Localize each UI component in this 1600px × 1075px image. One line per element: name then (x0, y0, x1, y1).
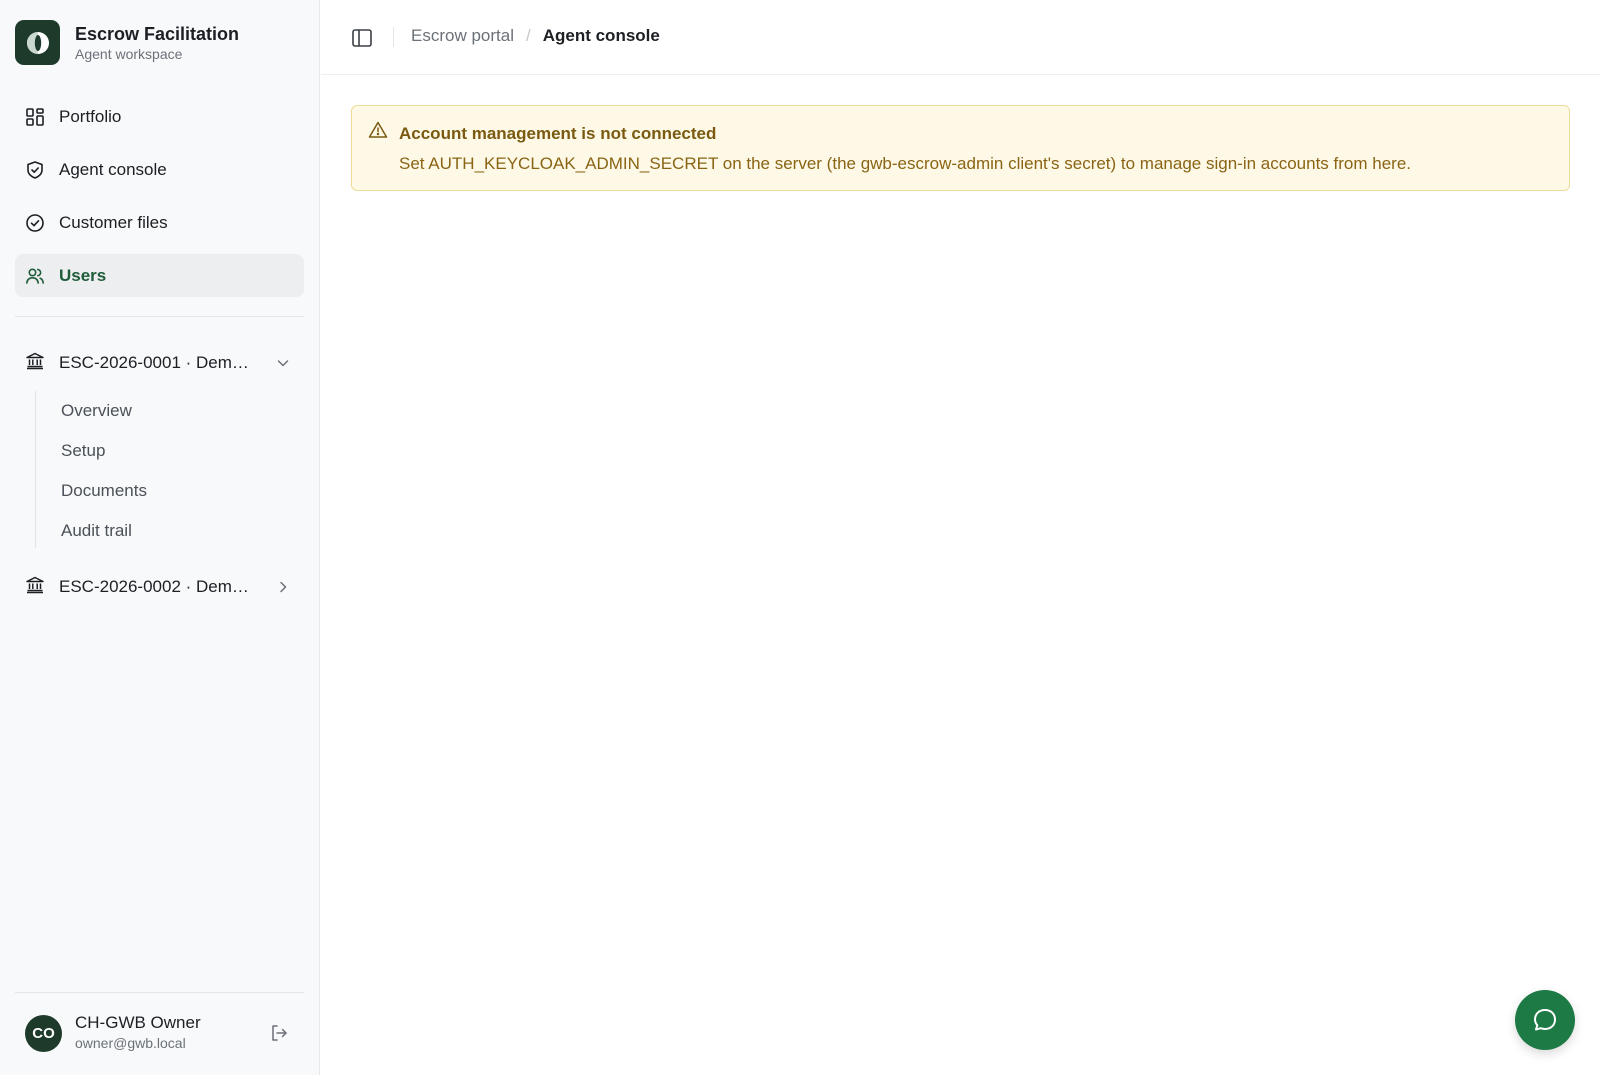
grid-icon (25, 107, 45, 127)
chevron-right-icon[interactable] (274, 578, 292, 596)
escrow-label: ESC-2026-0002 · Dem… (59, 577, 249, 596)
sidebar-divider (15, 316, 304, 317)
subnav-item-documents[interactable]: Documents (36, 471, 295, 511)
user-name: CH-GWB Owner (75, 1013, 201, 1032)
logout-icon[interactable] (269, 1023, 289, 1043)
user-profile: CO CH-GWB Owner owner@gwb.local (15, 992, 304, 1075)
escrow-item-0002[interactable]: ESC-2026-0002 · Dem… (15, 567, 304, 607)
nav-item-label: Portfolio (59, 106, 122, 126)
escrow-label: ESC-2026-0001 · Dem… (59, 353, 249, 372)
avatar[interactable]: CO (25, 1015, 62, 1052)
nav-item-portfolio[interactable]: Portfolio (15, 95, 304, 138)
nav-item-users[interactable]: Users (15, 254, 304, 297)
breadcrumb-current: Agent console (542, 26, 660, 45)
nav-item-agent-console[interactable]: Agent console (15, 148, 304, 191)
chat-bubble-icon (1534, 1009, 1556, 1031)
alert-body: Set AUTH_KEYCLOAK_ADMIN_SECRET on the se… (399, 154, 1412, 173)
bank-icon (25, 575, 45, 600)
user-email: owner@gwb.local (75, 1035, 186, 1051)
nav-item-label: Customer files (59, 212, 168, 232)
brand[interactable]: Escrow Facilitation Agent workspace (15, 20, 239, 65)
warning-alert: Account management is not connected Set … (351, 105, 1570, 191)
warning-icon (368, 121, 388, 138)
subnav-item-setup[interactable]: Setup (36, 431, 295, 471)
users-icon (25, 266, 45, 286)
shield-icon (25, 160, 45, 180)
alert-title: Account management is not connected (399, 124, 717, 143)
escrow-subnav: Overview Setup Documents Audit trail (35, 391, 295, 548)
brand-title: Escrow Facilitation (75, 23, 240, 44)
breadcrumb-parent[interactable]: Escrow portal (411, 26, 514, 46)
sidebar: Escrow Facilitation Agent workspace Port… (0, 0, 320, 1075)
subnav-item-audit-trail[interactable]: Audit trail (36, 511, 295, 551)
chevron-down-icon[interactable] (274, 354, 292, 372)
brand-logo (15, 20, 60, 65)
breadcrumb-separator: / (525, 26, 531, 45)
bank-icon (25, 351, 45, 376)
check-circle-icon (25, 213, 45, 233)
chat-button[interactable] (1515, 990, 1575, 1050)
escrow-item-0001[interactable]: ESC-2026-0001 · Dem… (15, 343, 304, 383)
sidebar-toggle-icon[interactable] (351, 27, 373, 49)
nav-item-customer-files[interactable]: Customer files (15, 201, 304, 244)
toolbar-divider (393, 27, 394, 47)
main-nav: Portfolio Agent console Customer files U… (15, 95, 304, 307)
subnav-item-overview[interactable]: Overview (36, 391, 295, 431)
nav-item-label: Users (59, 265, 107, 285)
top-bar: Escrow portal / Agent console (321, 0, 1600, 75)
breadcrumb: Escrow portal / Agent console (411, 26, 660, 46)
nav-item-label: Agent console (59, 159, 167, 179)
logo-icon (26, 31, 49, 54)
brand-subtitle: Agent workspace (75, 45, 183, 62)
